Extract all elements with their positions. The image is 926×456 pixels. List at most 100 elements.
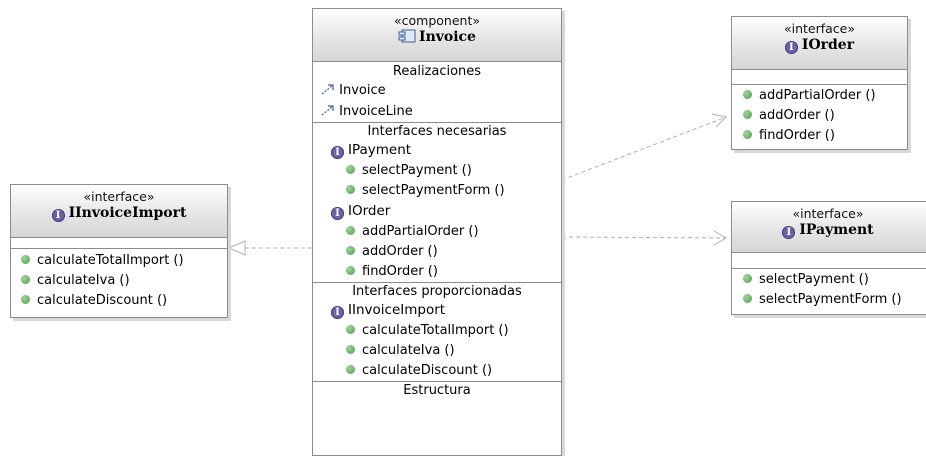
realizations-list: Invoice InvoiceLine xyxy=(313,80,561,122)
interface-stereotype: «interface» xyxy=(83,189,155,204)
operation-dot-icon xyxy=(743,110,752,119)
operation-dot-icon xyxy=(346,165,355,174)
provided-interface-iinvoiceimport[interactable]: I IInvoiceImport xyxy=(331,300,561,321)
interface-i-icon: I xyxy=(331,306,344,319)
required-interface-ipayment[interactable]: I IPayment xyxy=(331,140,561,161)
component-title: Invoice xyxy=(313,28,561,48)
provided-interfaces-list: I IInvoiceImport calculateTotalImport () … xyxy=(313,300,561,381)
required-interface-iorder[interactable]: I IOrder xyxy=(331,201,561,222)
operation-item[interactable]: calculateIva () xyxy=(346,341,561,361)
operation-label: addPartialOrder () xyxy=(362,224,479,239)
operation-label: calculateTotalImport () xyxy=(37,253,184,268)
operation-item[interactable]: calculateDiscount () xyxy=(21,291,227,311)
operation-label: selectPayment () xyxy=(759,272,869,287)
operation-label: addPartialOrder () xyxy=(759,88,876,103)
component-icon xyxy=(398,29,416,48)
operation-label: addOrder () xyxy=(759,108,835,123)
provided-interfaces-title: Interfaces proporcionadas xyxy=(352,284,522,299)
operation-dot-icon xyxy=(346,325,355,334)
operation-item[interactable]: addPartialOrder () xyxy=(743,86,907,106)
operation-dot-icon xyxy=(346,365,355,374)
interface-title: I IOrder xyxy=(732,36,907,54)
operation-dot-icon xyxy=(21,275,30,284)
operation-item[interactable]: calculateDiscount () xyxy=(346,361,561,381)
operation-dot-icon xyxy=(346,345,355,354)
interface-header: «interface» I IPayment xyxy=(732,202,926,252)
interface-i-icon: I xyxy=(782,226,796,239)
operation-item[interactable]: findOrder () xyxy=(346,262,561,282)
interface-ipayment[interactable]: «interface» I IPayment selectPayment () s… xyxy=(731,201,926,315)
interface-name: IOrder xyxy=(801,37,855,53)
realization-arrow-icon xyxy=(321,104,335,119)
operation-dot-icon xyxy=(346,226,355,235)
interface-name: IPayment xyxy=(348,142,412,158)
interface-name: IInvoiceImport xyxy=(348,302,446,318)
operation-dot-icon xyxy=(743,274,752,283)
component-invoice[interactable]: «component» Invoice Realizaciones Invoic… xyxy=(312,8,562,456)
operation-item[interactable]: selectPayment () xyxy=(346,161,561,181)
interface-name: IInvoiceImport xyxy=(68,205,187,221)
operation-item[interactable]: selectPaymentForm () xyxy=(743,290,926,310)
realization-arrowhead xyxy=(227,240,246,256)
operation-dot-icon xyxy=(743,130,752,139)
component-header: «component» Invoice xyxy=(313,9,561,61)
operation-label: findOrder () xyxy=(362,264,438,279)
interface-iinvoiceimport[interactable]: «interface» I IInvoiceImport calculateTot… xyxy=(10,184,228,318)
interface-i-icon: I xyxy=(51,209,65,222)
interface-iorder[interactable]: «interface» I IOrder addPartialOrder () a… xyxy=(731,16,908,150)
interface-stereotype: «interface» xyxy=(783,21,856,36)
operation-dot-icon xyxy=(743,90,752,99)
realization-item[interactable]: Invoice xyxy=(321,80,561,101)
operation-item[interactable]: addOrder () xyxy=(346,242,561,262)
interface-header: «interface» I IOrder xyxy=(732,17,907,69)
operation-label: calculateTotalImport () xyxy=(362,323,509,338)
operation-dot-icon xyxy=(346,185,355,194)
operation-item[interactable]: calculateTotalImport () xyxy=(21,251,227,271)
interface-i-icon: I xyxy=(331,207,344,220)
operation-item[interactable]: addPartialOrder () xyxy=(346,222,561,242)
dependency-line-ipayment xyxy=(561,236,727,239)
operation-label: calculateIva () xyxy=(37,273,130,288)
operation-label: addOrder () xyxy=(362,244,438,259)
operation-label: calculateIva () xyxy=(362,343,455,358)
interface-name: IOrder xyxy=(348,203,391,219)
operation-label: calculateDiscount () xyxy=(37,293,168,308)
interface-name: IPayment xyxy=(799,222,874,238)
realization-item[interactable]: InvoiceLine xyxy=(321,101,561,122)
operation-dot-icon xyxy=(346,266,355,275)
operations-list: addPartialOrder () addOrder () findOrder… xyxy=(732,85,907,146)
component-name: Invoice xyxy=(419,29,476,45)
dependency-line-iorder xyxy=(561,116,727,181)
interface-i-icon: I xyxy=(784,41,798,54)
operation-item[interactable]: selectPaymentForm () xyxy=(346,181,561,201)
operation-dot-icon xyxy=(743,294,752,303)
interface-title: I IPayment xyxy=(732,221,924,239)
operation-label: selectPaymentForm () xyxy=(759,292,902,307)
operation-dot-icon xyxy=(21,255,30,264)
operation-label: findOrder () xyxy=(759,128,835,143)
realizations-title: Realizaciones xyxy=(392,64,482,79)
operation-item[interactable]: findOrder () xyxy=(743,126,907,146)
interface-header: «interface» I IInvoiceImport xyxy=(11,185,227,237)
operation-label: selectPaymentForm () xyxy=(362,183,505,198)
operations-list: calculateTotalImport () calculateIva () … xyxy=(11,249,227,311)
required-interfaces-title: Interfaces necesarias xyxy=(367,124,507,139)
realization-label: Invoice xyxy=(339,83,386,98)
structure-title: Estructura xyxy=(403,383,471,398)
interface-i-icon: I xyxy=(331,146,344,159)
operation-item[interactable]: selectPayment () xyxy=(743,270,926,290)
operation-label: calculateDiscount () xyxy=(362,363,493,378)
operation-item[interactable]: addOrder () xyxy=(743,106,907,126)
realization-arrow-icon xyxy=(321,83,335,98)
operation-item[interactable]: calculateTotalImport () xyxy=(346,321,561,341)
interface-stereotype: «interface» xyxy=(792,206,864,221)
operation-item[interactable]: calculateIva () xyxy=(21,271,227,291)
required-interfaces-list: I IPayment selectPayment () selectPayment… xyxy=(313,140,561,282)
interface-title: I IInvoiceImport xyxy=(11,204,227,222)
operation-label: selectPayment () xyxy=(362,163,472,178)
component-stereotype: «component» xyxy=(393,13,480,28)
dependency-arrowhead-iorder xyxy=(711,113,728,128)
operation-dot-icon xyxy=(21,295,30,304)
operation-dot-icon xyxy=(346,246,355,255)
operations-list: selectPayment () selectPaymentForm () xyxy=(732,269,926,310)
